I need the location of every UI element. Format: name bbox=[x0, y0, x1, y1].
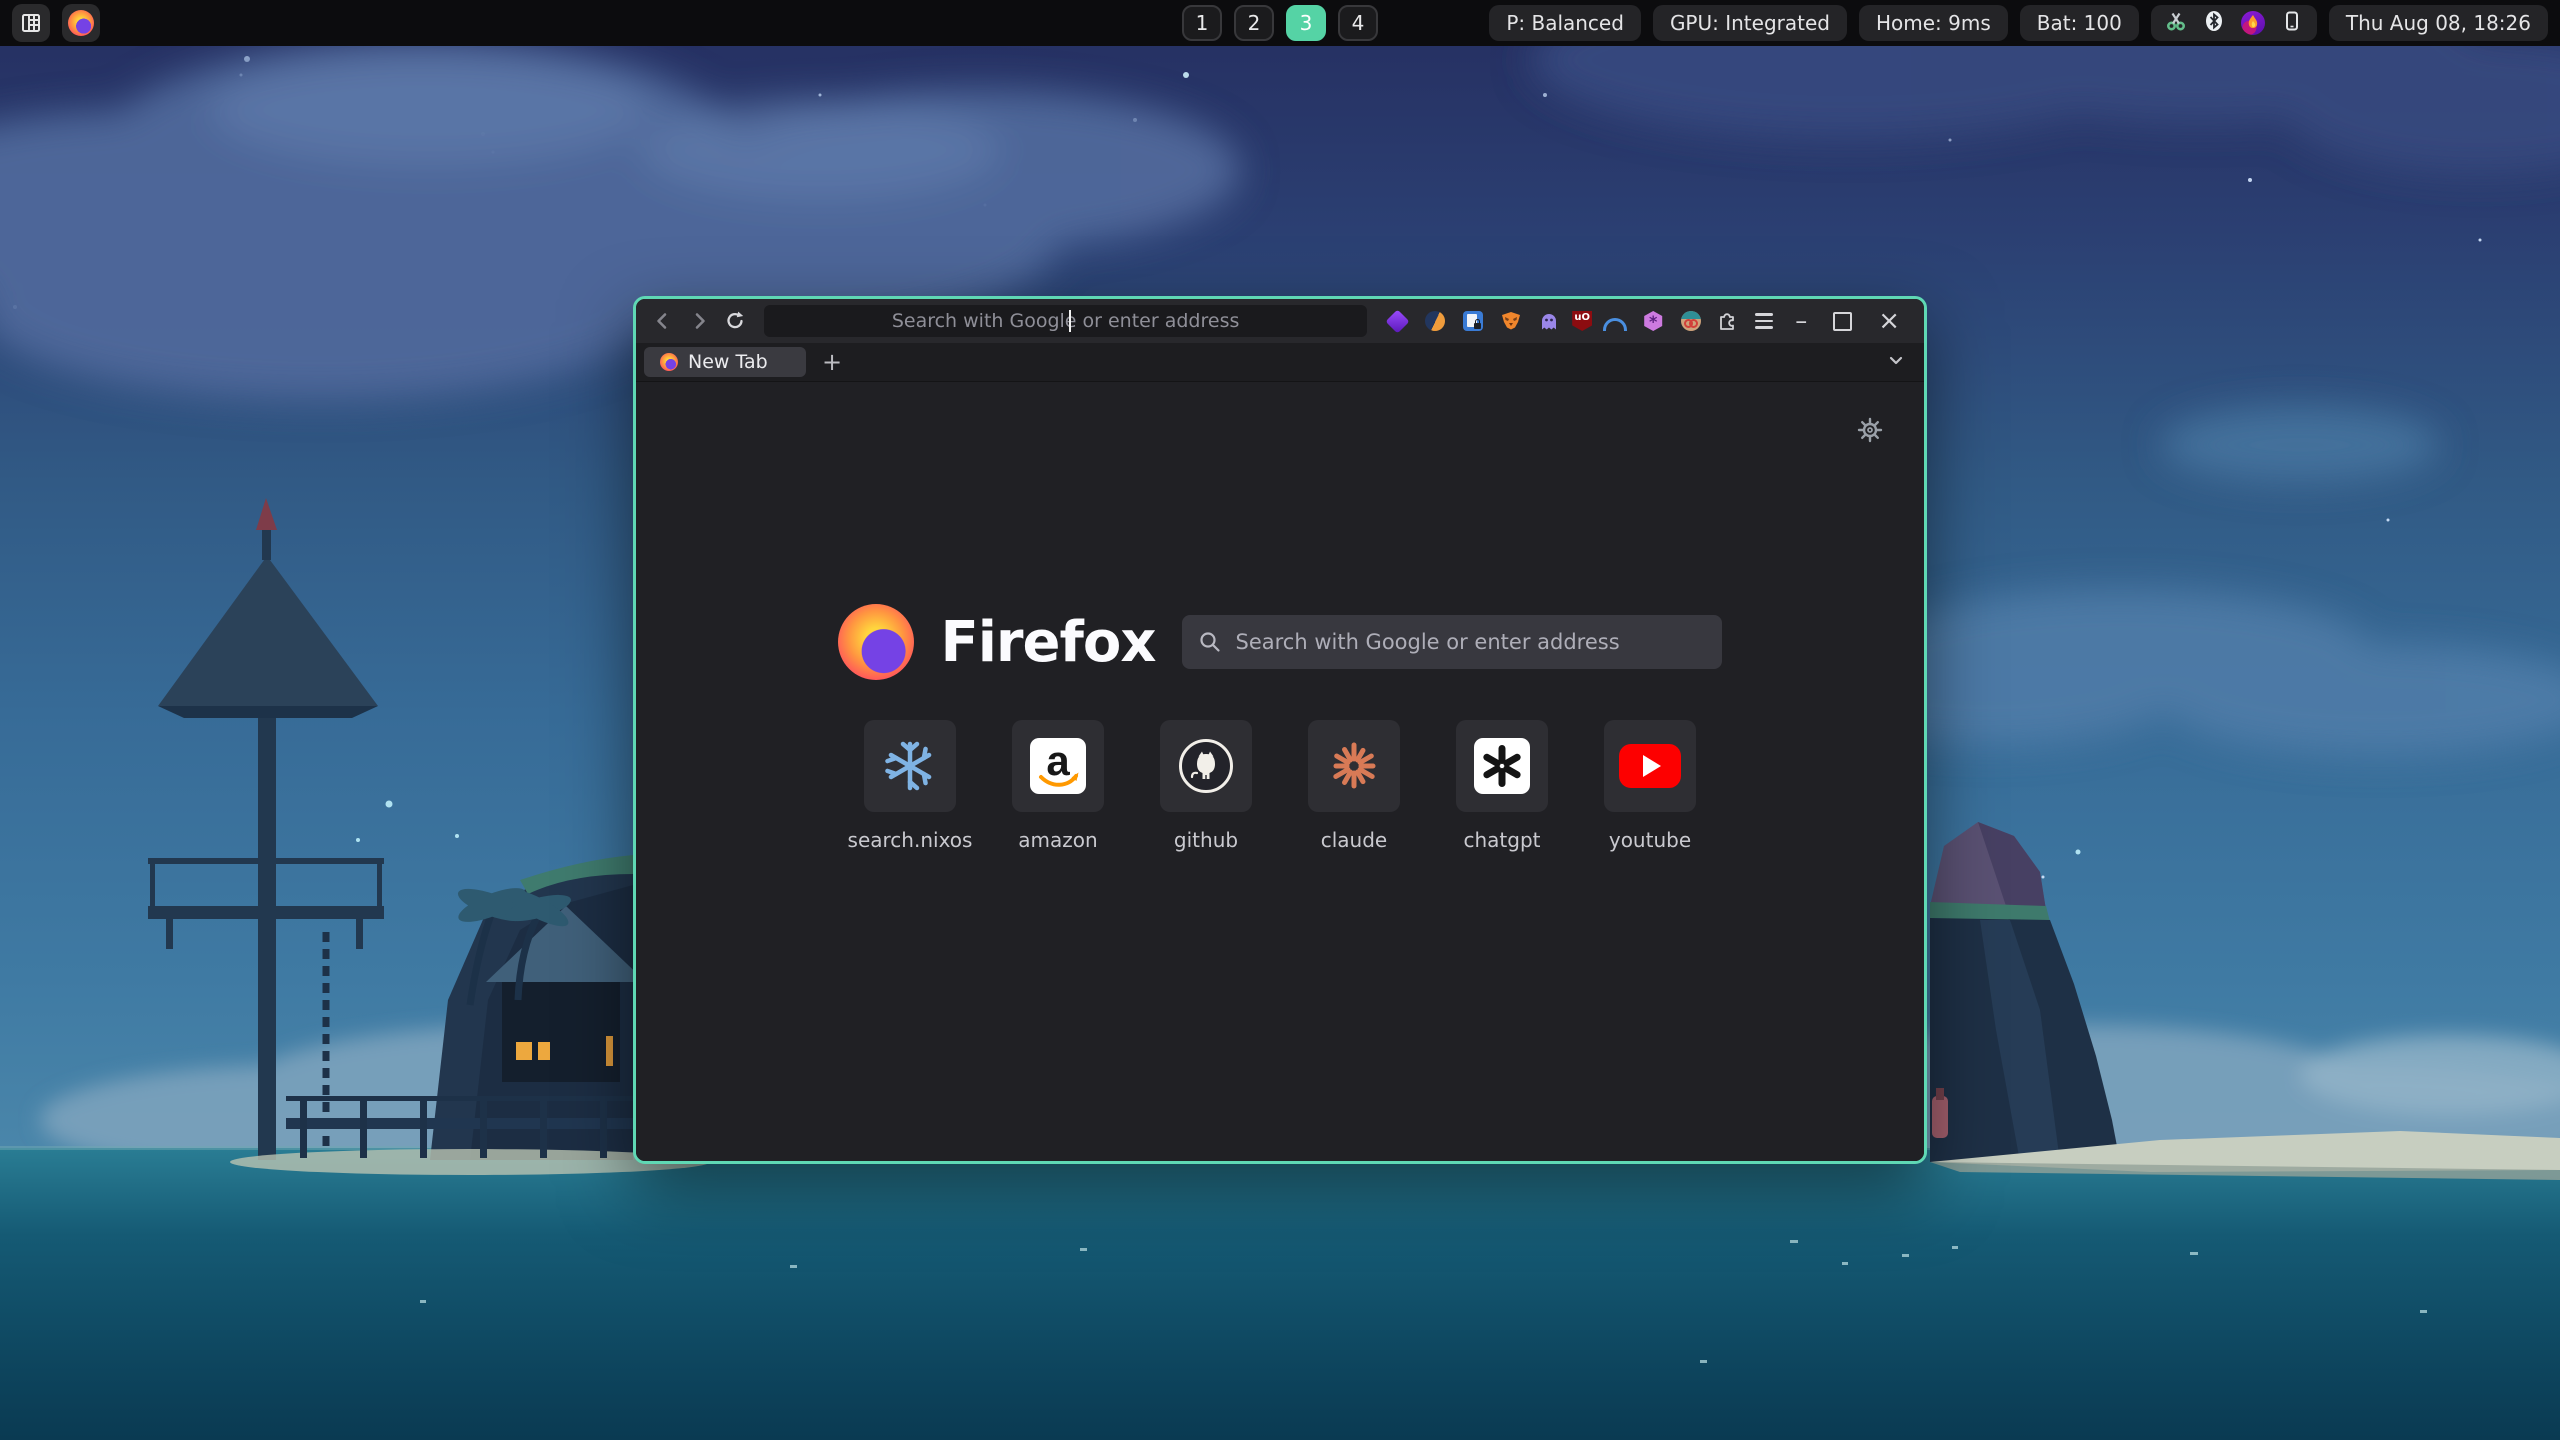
ublock-origin-extension-icon[interactable]: uO bbox=[1572, 311, 1592, 331]
clock-pill[interactable]: Thu Aug 08, 18:26 bbox=[2329, 5, 2548, 41]
svg-text:a: a bbox=[1046, 738, 1070, 784]
ghost-extension-icon[interactable] bbox=[1534, 306, 1564, 336]
menu-hamburger-button[interactable] bbox=[1747, 304, 1781, 338]
url-bar[interactable]: Search with Google or enter address bbox=[764, 305, 1367, 337]
shortcut-github[interactable]: github bbox=[1158, 720, 1254, 852]
newtab-search-input[interactable] bbox=[1234, 629, 1706, 655]
firefox-wordmark: Firefox bbox=[940, 610, 1155, 675]
clipboard-scissors-icon[interactable] bbox=[2165, 10, 2187, 37]
shortcut-claude[interactable]: claude bbox=[1306, 720, 1402, 852]
tile-label: youtube bbox=[1609, 828, 1691, 852]
search-icon bbox=[1198, 630, 1222, 654]
purple-diamond-extension-icon[interactable] bbox=[1382, 306, 1412, 336]
avatar-glasses-extension-icon[interactable] bbox=[1676, 306, 1706, 336]
tile-label: search.nixos bbox=[848, 828, 973, 852]
firefox-icon bbox=[68, 10, 94, 36]
workspace-button-1[interactable]: 1 bbox=[1182, 5, 1222, 41]
firefox-window: Search with Google or enter address bbox=[633, 296, 1927, 1164]
shortcut-tiles: search.nixos a amazon bbox=[636, 720, 1924, 852]
desktop: 1 2 3 4 P: Balanced GPU: Integrated Home… bbox=[0, 0, 2560, 1440]
youtube-icon bbox=[1619, 744, 1681, 788]
password-lock-extension-icon[interactable] bbox=[1458, 306, 1488, 336]
gpu-label: GPU: Integrated bbox=[1670, 11, 1830, 35]
shortcut-youtube[interactable]: youtube bbox=[1602, 720, 1698, 852]
workspace-label: 3 bbox=[1300, 11, 1313, 35]
firefox-logo bbox=[838, 604, 914, 680]
tile-label: chatgpt bbox=[1463, 828, 1540, 852]
workspace-switcher: 1 2 3 4 bbox=[1182, 0, 1378, 46]
navigation-toolbar: Search with Google or enter address bbox=[636, 299, 1924, 343]
newtab-search-field[interactable] bbox=[1182, 615, 1722, 669]
workspace-label: 1 bbox=[1196, 11, 1209, 35]
text-caret bbox=[1069, 310, 1071, 332]
newtab-hero: Firefox bbox=[636, 604, 1924, 680]
status-bar: 1 2 3 4 P: Balanced GPU: Integrated Home… bbox=[0, 0, 2560, 46]
workspace-button-4[interactable]: 4 bbox=[1338, 5, 1378, 41]
vpn-arc-extension-icon[interactable] bbox=[1600, 306, 1630, 336]
ublock-badge-text: uO bbox=[1574, 311, 1590, 324]
workspace-label: 2 bbox=[1248, 11, 1261, 35]
tab-list-chevron-button[interactable] bbox=[1886, 350, 1906, 374]
tab-title: New Tab bbox=[688, 351, 768, 373]
extensions-puzzle-button[interactable] bbox=[1711, 304, 1745, 338]
phone-icon[interactable] bbox=[2281, 10, 2303, 37]
ocean bbox=[0, 1148, 2560, 1440]
workspace-button-2[interactable]: 2 bbox=[1234, 5, 1274, 41]
tile-label: claude bbox=[1321, 828, 1387, 852]
power-profile-label: P: Balanced bbox=[1506, 11, 1624, 35]
shortcut-search-nixos[interactable]: search.nixos bbox=[862, 720, 958, 852]
reload-button[interactable] bbox=[718, 304, 752, 338]
new-tab-page: Firefox bbox=[636, 382, 1924, 1161]
flame-icon[interactable] bbox=[2241, 11, 2265, 35]
tile-label: amazon bbox=[1018, 828, 1097, 852]
ping-pill[interactable]: Home: 9ms bbox=[1859, 5, 2008, 41]
shortcut-chatgpt[interactable]: chatgpt bbox=[1454, 720, 1550, 852]
workspace-label: 4 bbox=[1352, 11, 1365, 35]
battery-label: Bat: 100 bbox=[2037, 11, 2122, 35]
close-button[interactable]: × bbox=[1878, 308, 1900, 334]
dark-reader-extension-icon[interactable] bbox=[1420, 306, 1450, 336]
app-grid-icon bbox=[20, 12, 42, 34]
tab-new-tab[interactable]: New Tab bbox=[644, 347, 806, 377]
claude-starburst-icon bbox=[1326, 738, 1382, 794]
github-icon bbox=[1177, 737, 1235, 795]
shortcut-amazon[interactable]: a amazon bbox=[1010, 720, 1106, 852]
workspace-button-3-active[interactable]: 3 bbox=[1286, 5, 1326, 41]
nixos-snowflake-icon bbox=[882, 738, 938, 794]
power-profile-pill[interactable]: P: Balanced bbox=[1489, 5, 1641, 41]
left-island bbox=[430, 855, 646, 1160]
app-launcher-button[interactable] bbox=[12, 4, 50, 42]
settings-gear-button[interactable] bbox=[1856, 416, 1884, 448]
metamask-fox-extension-icon[interactable] bbox=[1496, 306, 1526, 336]
ping-label: Home: 9ms bbox=[1876, 11, 1991, 35]
back-button[interactable] bbox=[646, 304, 680, 338]
bluetooth-icon[interactable] bbox=[2203, 10, 2225, 37]
new-tab-plus-button[interactable]: + bbox=[822, 348, 842, 376]
forward-button[interactable] bbox=[682, 304, 716, 338]
tile-label: github bbox=[1174, 828, 1238, 852]
maximize-button[interactable] bbox=[1833, 312, 1852, 331]
firefox-launcher-button[interactable] bbox=[62, 4, 100, 42]
clock-label: Thu Aug 08, 18:26 bbox=[2346, 11, 2531, 35]
hexagon-flake-extension-icon[interactable]: * bbox=[1638, 306, 1668, 336]
gpu-pill[interactable]: GPU: Integrated bbox=[1653, 5, 1847, 41]
status-pills: P: Balanced GPU: Integrated Home: 9ms Ba… bbox=[1489, 5, 2548, 41]
tab-bar: New Tab + bbox=[636, 343, 1924, 382]
minimize-button[interactable]: – bbox=[1795, 309, 1807, 333]
battery-pill[interactable]: Bat: 100 bbox=[2020, 5, 2139, 41]
openai-icon bbox=[1474, 738, 1530, 794]
window-controls: – × bbox=[1795, 308, 1900, 334]
tab-favicon-firefox-icon bbox=[660, 353, 678, 371]
system-tray bbox=[2151, 5, 2317, 41]
url-placeholder: Search with Google or enter address bbox=[892, 310, 1240, 332]
amazon-icon: a bbox=[1030, 738, 1086, 794]
